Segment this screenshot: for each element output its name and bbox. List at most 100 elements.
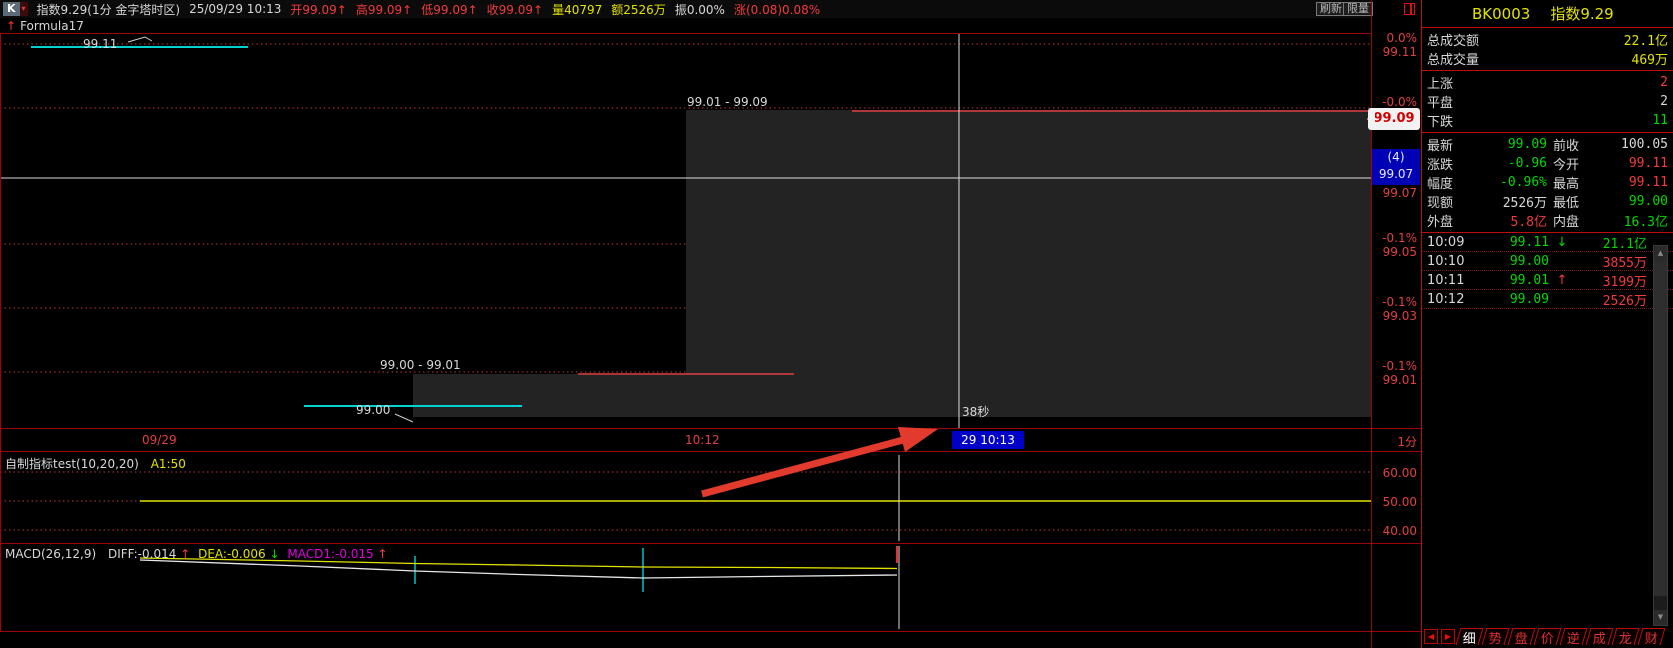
tabs-right-arrow[interactable]: ▶ xyxy=(1441,629,1455,644)
outer-label: 外盘 xyxy=(1427,211,1461,230)
tick-amount: 3855万 xyxy=(1575,252,1647,271)
tick-row[interactable]: 10:11 99.01 ↑ 3199万 xyxy=(1422,271,1673,290)
bar-close: 收99.09↑ xyxy=(487,1,543,18)
custom-indicator-pane[interactable]: 自制指标test(10,20,20) A1:50 xyxy=(0,452,1371,543)
macd-name: MACD(26,12,9) xyxy=(5,547,96,561)
k-period-button[interactable]: K ▾ xyxy=(3,2,28,16)
low-value: 99.00 xyxy=(1587,194,1668,209)
symbol-code: BK0003 xyxy=(1472,5,1530,23)
period-label[interactable]: 1分 xyxy=(1373,433,1417,450)
tabs-left-arrow[interactable]: ◀ xyxy=(1424,629,1438,644)
bar-high: 高99.09↑ xyxy=(356,1,412,18)
down-count-row: 下跌 11 xyxy=(1422,111,1673,130)
scale-price-4: 99.01 xyxy=(1373,373,1417,387)
axis-top-border xyxy=(0,428,1421,429)
main-price-chart[interactable]: 99.11 99.01 - 99.09 99.00 - 99.01 99.00 … xyxy=(0,33,1371,428)
tab-trend[interactable]: 势 xyxy=(1482,628,1510,645)
dea-down-arrow-icon: ↓ xyxy=(269,547,279,561)
flat-count-label: 平盘 xyxy=(1427,92,1453,111)
tick-amount: 21.1亿 xyxy=(1575,233,1647,252)
outer-value: 5.8亿 xyxy=(1461,211,1547,230)
totals-section: 总成交额 22.1亿 总成交量 469万 xyxy=(1422,28,1673,71)
scroll-down-button[interactable]: ▼ xyxy=(1654,610,1667,625)
scrollbar-thumb[interactable] xyxy=(1654,261,1667,596)
time-axis[interactable]: 09/29 10:12 29 10:13 xyxy=(0,429,1371,451)
macd-bottom-border xyxy=(0,631,1421,632)
quote-row-latest: 最新 99.09 前收 100.05 xyxy=(1422,135,1673,154)
total-amount-row: 总成交额 22.1亿 xyxy=(1422,30,1673,49)
indicator-scale-50: 50.00 xyxy=(1373,495,1417,509)
tick-row[interactable]: 10:12 99.09 2526万 xyxy=(1422,290,1673,309)
high-label: 最高 xyxy=(1547,173,1587,192)
high-value: 99.11 xyxy=(1587,175,1668,190)
price-label-9911: 99.11 xyxy=(83,37,117,51)
indicator-a1-value: A1:50 xyxy=(151,457,186,471)
chevron-down-icon: ▾ xyxy=(20,2,28,16)
tab-volume[interactable]: 成 xyxy=(1586,628,1614,645)
tick-time: 10:12 xyxy=(1427,292,1479,307)
total-volume-row: 总成交量 469万 xyxy=(1422,49,1673,68)
chart-top-border xyxy=(0,33,1371,34)
axis-bottom-border xyxy=(0,451,1421,452)
up-count-value: 2 xyxy=(1660,75,1668,90)
breadth-section: 上涨 2 平盘 2 下跌 11 xyxy=(1422,71,1673,133)
tab-detail[interactable]: 细 xyxy=(1456,628,1484,645)
price-scale: 0.0% 99.11 -0.0% 99.09 (4) 99.07 99.07 -… xyxy=(1372,0,1421,648)
indicator-name: 自制指标test(10,20,20) xyxy=(5,457,139,471)
crosshair-price-red: 99.07 xyxy=(1373,186,1417,200)
up-count-row: 上涨 2 xyxy=(1422,73,1673,92)
down-count-label: 下跌 xyxy=(1427,111,1453,130)
tick-price: 99.00 xyxy=(1479,254,1549,269)
scale-pct-1: -0.0% xyxy=(1373,95,1417,109)
quote-row-change: 涨跌 -0.96 今开 99.11 xyxy=(1422,154,1673,173)
up-count-label: 上涨 xyxy=(1427,73,1453,92)
formula-row: ↑ Formula17 xyxy=(0,18,1371,33)
refresh-button[interactable]: 刷新 xyxy=(1316,2,1346,16)
macd-pane[interactable]: MACD(26,12,9) DIFF:-0.014 ↑ DEA:-0.006 ↓… xyxy=(0,544,1371,631)
seconds-countdown: 38秒 xyxy=(962,403,989,420)
quote-header[interactable]: BK0003 指数9.29 xyxy=(1422,0,1673,28)
change-label: 涨跌 xyxy=(1427,154,1461,173)
bar-low: 低99.09↑ xyxy=(421,1,477,18)
scale-pct-0: 0.0% xyxy=(1373,31,1417,45)
tick-price: 99.11 xyxy=(1479,235,1549,250)
tab-reverse[interactable]: 逆 xyxy=(1560,628,1588,645)
quote-row-lots: 外盘 5.8亿 内盘 16.3亿 xyxy=(1422,211,1673,230)
total-amount-value: 22.1亿 xyxy=(1624,30,1668,49)
diff-up-arrow-icon: ↑ xyxy=(180,547,190,561)
pct-label: 幅度 xyxy=(1427,173,1461,192)
scroll-up-button[interactable]: ▲ xyxy=(1654,246,1667,261)
axis-date-label: 09/29 xyxy=(142,433,177,447)
tab-dragon[interactable]: 龙 xyxy=(1612,628,1640,645)
k-icon: K xyxy=(3,2,20,16)
flat-count-value: 2 xyxy=(1660,94,1668,109)
tick-price: 99.01 xyxy=(1479,273,1549,288)
indicator-scale-40: 40.00 xyxy=(1373,524,1417,538)
bar-open: 开99.09↑ xyxy=(290,1,346,18)
scale-price-2: 99.05 xyxy=(1373,245,1417,259)
chart-title: 指数9.29(1分 金字塔时区) xyxy=(37,1,181,18)
axis-time-label: 10:12 xyxy=(685,433,720,447)
latest-value: 99.09 xyxy=(1461,137,1547,152)
bar-volume: 量40797 xyxy=(552,1,602,18)
panel-scrollbar[interactable]: ▲ ▼ xyxy=(1653,245,1668,626)
macd-diff-value: DIFF:-0.014 xyxy=(108,547,176,561)
tick-amount: 3199万 xyxy=(1575,271,1647,290)
tab-finance[interactable]: 财 xyxy=(1638,628,1666,645)
cur-amount-label: 现额 xyxy=(1427,192,1461,211)
indicator-title: 自制指标test(10,20,20) A1:50 xyxy=(5,455,186,472)
indicator-scale-60: 60.00 xyxy=(1373,466,1417,480)
formula-label[interactable]: Formula17 xyxy=(20,19,84,33)
tab-price[interactable]: 价 xyxy=(1534,628,1562,645)
indicator-canvas xyxy=(0,452,1371,543)
up-arrow-icon: ↑ xyxy=(6,19,16,33)
tick-time: 10:11 xyxy=(1427,273,1479,288)
limit-button[interactable]: 限量 xyxy=(1343,2,1373,16)
tick-time: 10:10 xyxy=(1427,254,1479,269)
open-label: 今开 xyxy=(1547,154,1587,173)
crosshair-price-box: (4) 99.07 xyxy=(1372,149,1420,185)
tab-pan[interactable]: 盘 xyxy=(1508,628,1536,645)
tick-row[interactable]: 10:10 99.00 3855万 xyxy=(1422,252,1673,271)
tick-row[interactable]: 10:09 99.11 ↓ 21.1亿 xyxy=(1422,233,1673,252)
macd-title: MACD(26,12,9) DIFF:-0.014 ↑ DEA:-0.006 ↓… xyxy=(5,547,388,561)
